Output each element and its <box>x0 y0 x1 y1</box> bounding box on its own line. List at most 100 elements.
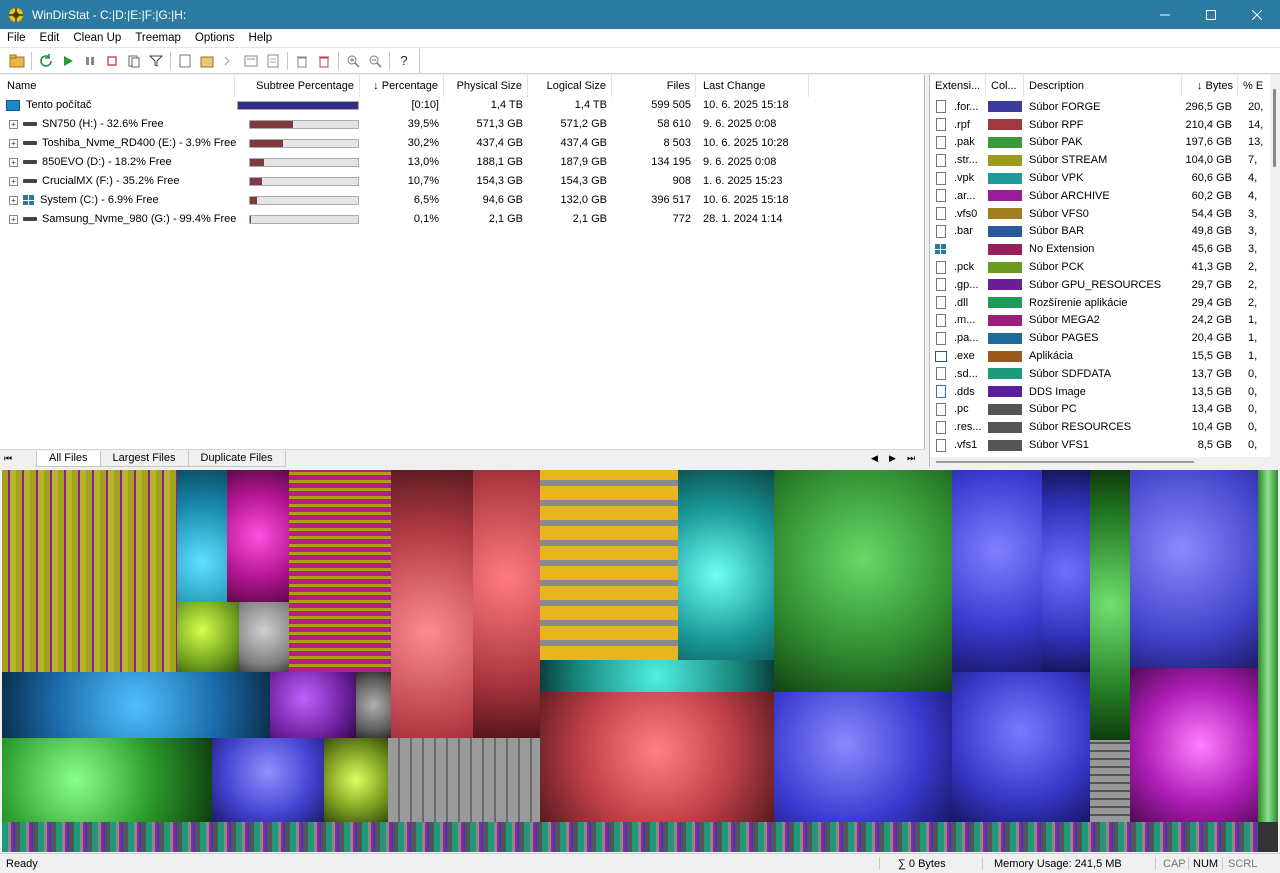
column-percentage[interactable]: ↓ Percentage <box>360 75 444 97</box>
menu-options[interactable]: Options <box>188 32 242 44</box>
treemap-block[interactable] <box>227 470 289 602</box>
column-percent[interactable]: % E <box>1238 75 1271 97</box>
menu-clean-up[interactable]: Clean Up <box>66 32 128 44</box>
treemap-block[interactable] <box>2 470 177 672</box>
cmd-icon[interactable] <box>218 50 240 72</box>
treemap[interactable] <box>2 470 1278 852</box>
treemap-block[interactable] <box>270 672 356 738</box>
tree-row-drive[interactable]: +850EVO (D:) - 18.2% Free 13,0% 188,1 GB… <box>0 153 925 172</box>
copy-path-icon[interactable] <box>123 50 145 72</box>
expand-icon[interactable]: + <box>9 176 18 186</box>
extension-row[interactable]: .rpf Súbor RPF 210,4 GB 14, <box>930 116 1280 134</box>
first-tab-icon[interactable]: ⏮ <box>4 453 18 464</box>
refresh-icon[interactable] <box>35 50 57 72</box>
treemap-block[interactable] <box>1090 470 1130 740</box>
treemap-block[interactable] <box>289 470 391 672</box>
treemap-block[interactable] <box>1130 668 1258 822</box>
extension-row[interactable]: .dds DDS Image 13,5 GB 0, <box>930 383 1280 401</box>
treemap-block[interactable] <box>1130 470 1258 668</box>
treemap-block[interactable] <box>2 738 212 822</box>
explorer-icon[interactable] <box>196 50 218 72</box>
treemap-block[interactable] <box>952 470 1042 672</box>
treemap-block[interactable] <box>1258 470 1278 822</box>
tree-row-drive[interactable]: + Toshiba_Nvme_RD400 (E:) - 3.9% Free 30,… <box>0 134 925 153</box>
expand-icon[interactable]: + <box>9 214 18 224</box>
extension-row[interactable]: .dll Rozšírenie aplikácie 29,4 GB 2, <box>930 294 1280 312</box>
menu-edit[interactable]: Edit <box>33 32 67 44</box>
filter-icon[interactable] <box>145 50 167 72</box>
play-icon[interactable] <box>57 50 79 72</box>
tab-next-icon[interactable]: ▶ <box>889 453 907 464</box>
minimize-button[interactable] <box>1142 0 1188 29</box>
column-subtree-percentage[interactable]: Subtree Percentage <box>235 75 360 97</box>
pause-icon[interactable] <box>79 50 101 72</box>
delete-bin-icon[interactable] <box>291 50 313 72</box>
zoom-out-icon[interactable] <box>364 50 386 72</box>
treemap-block[interactable] <box>2 672 270 738</box>
expand-icon[interactable]: + <box>9 157 18 167</box>
extension-row[interactable]: .pc Súbor PC 13,4 GB 0, <box>930 401 1280 419</box>
extension-row[interactable]: .vfs1 Súbor VFS1 8,5 GB 0, <box>930 436 1280 454</box>
tab-duplicate-files[interactable]: Duplicate Files <box>187 450 286 467</box>
treemap-block[interactable] <box>324 738 388 822</box>
help-icon[interactable]: ? <box>393 50 415 72</box>
tab-largest-files[interactable]: Largest Files <box>99 450 189 467</box>
extension-row[interactable]: No Extension 45,6 GB 3, <box>930 240 1280 258</box>
extension-row[interactable]: .pa... Súbor PAGES 20,4 GB 1, <box>930 329 1280 347</box>
expand-icon[interactable]: + <box>9 119 18 129</box>
open-icon[interactable] <box>6 50 28 72</box>
last-tab-icon[interactable]: ⏭ <box>907 453 925 464</box>
column-bytes[interactable]: ↓ Bytes <box>1182 75 1238 97</box>
treemap-block[interactable] <box>678 470 774 660</box>
tab-all-files[interactable]: All Files <box>36 450 101 467</box>
vertical-scrollbar[interactable] <box>1270 75 1280 467</box>
tree-row-drive[interactable]: + SN750 (H:) - 32.6% Free 39,5% 571,3 GB … <box>0 115 925 134</box>
column-logical-size[interactable]: Logical Size <box>528 75 612 97</box>
properties-icon[interactable] <box>240 50 262 72</box>
column-files[interactable]: Files <box>612 75 696 97</box>
delete-icon[interactable] <box>313 50 335 72</box>
treemap-block[interactable] <box>177 602 239 672</box>
zoom-in-icon[interactable] <box>342 50 364 72</box>
expand-icon[interactable]: + <box>9 195 18 205</box>
tree-row-drive[interactable]: + System (C:) - 6.9% Free 6,5% 94,6 GB 13… <box>0 191 925 210</box>
treemap-block[interactable] <box>540 692 774 822</box>
column-extension[interactable]: Extensi... <box>930 75 986 97</box>
extension-row[interactable]: .for... Súbor FORGE 296,5 GB 20, <box>930 98 1280 116</box>
column-description[interactable]: Description <box>1024 75 1182 97</box>
extension-row[interactable]: .sd... Súbor SDFDATA 13,7 GB 0, <box>930 365 1280 383</box>
treemap-block[interactable] <box>212 738 324 822</box>
treemap-block[interactable] <box>1042 470 1090 672</box>
treemap-block[interactable] <box>952 672 1090 822</box>
extension-row[interactable]: .exe Aplikácia 15,5 GB 1, <box>930 347 1280 365</box>
new-file-icon[interactable] <box>174 50 196 72</box>
treemap-block[interactable] <box>391 470 473 740</box>
treemap-block[interactable] <box>388 738 540 822</box>
menu-treemap[interactable]: Treemap <box>128 32 188 44</box>
close-button[interactable] <box>1234 0 1280 29</box>
tab-prev-icon[interactable]: ◀ <box>871 453 889 464</box>
treemap-block[interactable] <box>774 692 952 822</box>
column-name[interactable]: Name <box>0 75 235 97</box>
tree-row-drive[interactable]: + Samsung_Nvme_980 (G:) - 99.4% Free 0,1%… <box>0 210 925 229</box>
extension-row[interactable]: .vpk Súbor VPK 60,6 GB 4, <box>930 169 1280 187</box>
treemap-block[interactable] <box>177 470 227 602</box>
document-icon[interactable] <box>262 50 284 72</box>
extension-row[interactable]: .ar... Súbor ARCHIVE 60,2 GB 4, <box>930 187 1280 205</box>
menu-file[interactable]: File <box>0 32 33 44</box>
extension-row[interactable]: .bar Súbor BAR 49,8 GB 3, <box>930 223 1280 241</box>
tree-row-drive[interactable]: + CrucialMX (F:) - 35.2% Free 10,7% 154,3… <box>0 172 925 191</box>
extension-row[interactable]: .res... Súbor RESOURCES 10,4 GB 0, <box>930 418 1280 436</box>
treemap-block[interactable] <box>1090 740 1130 822</box>
column-last-change[interactable]: Last Change <box>696 75 809 97</box>
tree-row-root[interactable]: Tento počítač [0:10] 1,4 TB 1,4 TB 599 5… <box>0 96 925 115</box>
horizontal-scrollbar[interactable] <box>930 457 1271 467</box>
maximize-button[interactable] <box>1188 0 1234 29</box>
column-color[interactable]: Col... <box>986 75 1024 97</box>
treemap-block[interactable] <box>2 822 1258 852</box>
extension-row[interactable]: .pck Súbor PCK 41,3 GB 2, <box>930 258 1280 276</box>
treemap-block[interactable] <box>540 470 678 660</box>
column-physical-size[interactable]: Physical Size <box>444 75 528 97</box>
treemap-block[interactable] <box>239 602 289 672</box>
treemap-block[interactable] <box>473 470 540 740</box>
